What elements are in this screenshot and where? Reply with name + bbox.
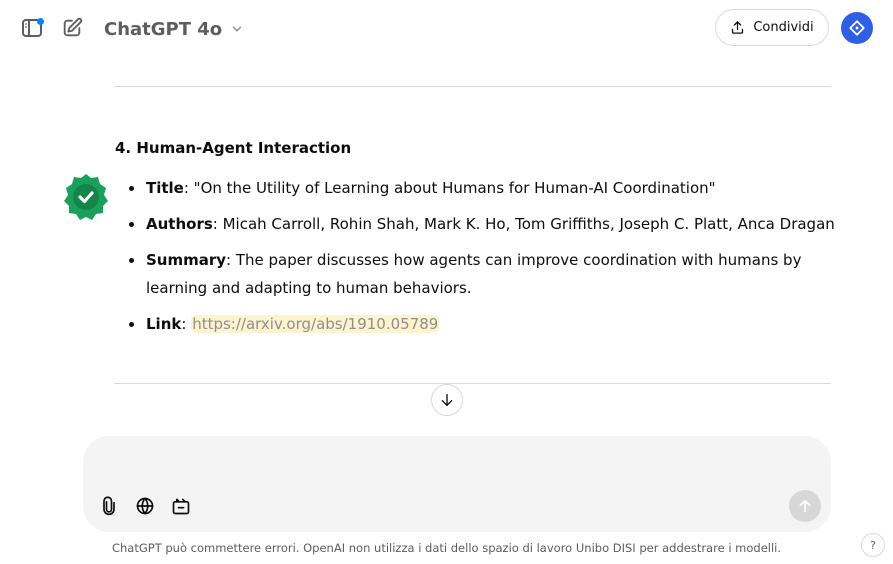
model-name: ChatGPT 4o: [104, 18, 223, 40]
message-divider: [114, 86, 831, 87]
help-button[interactable]: ?: [861, 533, 885, 557]
arrow-up-icon: [799, 499, 811, 513]
send-button[interactable]: [789, 490, 821, 522]
paper-link[interactable]: https://arxiv.org/abs/1910.05789: [191, 315, 440, 333]
verified-check-icon: [64, 174, 108, 220]
new-chat-icon: [63, 17, 83, 37]
profile-button[interactable]: [841, 12, 873, 44]
profile-icon: [849, 20, 865, 36]
share-button[interactable]: Condividi: [715, 9, 829, 46]
item-separator: :: [181, 315, 192, 333]
item-value: : The paper discusses how agents can imp…: [146, 251, 802, 297]
share-icon: [732, 21, 744, 34]
scroll-to-bottom-button[interactable]: [431, 384, 463, 416]
arrow-down-icon: [441, 394, 453, 406]
message-divider: [114, 383, 831, 384]
section-heading: 4. Human-Agent Interaction: [115, 139, 352, 157]
message-composer: [83, 436, 831, 532]
disclaimer-text: ChatGPT può commettere errori. OpenAI no…: [111, 541, 782, 555]
web-search-button[interactable]: [133, 494, 157, 518]
item-label: Link: [146, 315, 182, 333]
item-label: Title: [146, 179, 184, 197]
item-label: Authors: [146, 215, 213, 233]
list-item: Authors: Micah Carroll, Rohin Shah, Mark…: [127, 210, 837, 238]
list-item: Link: https://arxiv.org/abs/1910.05789: [127, 310, 837, 338]
item-label: Summary: [146, 251, 227, 269]
attach-icon: [103, 496, 115, 516]
canvas-button[interactable]: [169, 494, 193, 518]
globe-icon: [136, 497, 154, 515]
verified-badge: [61, 172, 111, 222]
message-input[interactable]: [107, 450, 787, 480]
list-item: Title: "On the Utility of Learning about…: [127, 174, 837, 202]
notification-dot: [37, 18, 44, 25]
attach-button[interactable]: [97, 494, 121, 518]
chevron-down-icon: [232, 26, 242, 32]
item-value: : Micah Carroll, Rohin Shah, Mark K. Ho,…: [212, 215, 835, 233]
paper-details-list: Title: "On the Utility of Learning about…: [127, 174, 837, 346]
share-label: Condividi: [753, 20, 814, 35]
model-selector[interactable]: ChatGPT 4o: [104, 17, 244, 41]
list-item: Summary: The paper discusses how agents …: [127, 246, 837, 302]
canvas-icon: [172, 498, 190, 515]
new-chat-button[interactable]: [58, 14, 86, 42]
item-value: : "On the Utility of Learning about Huma…: [183, 179, 716, 197]
